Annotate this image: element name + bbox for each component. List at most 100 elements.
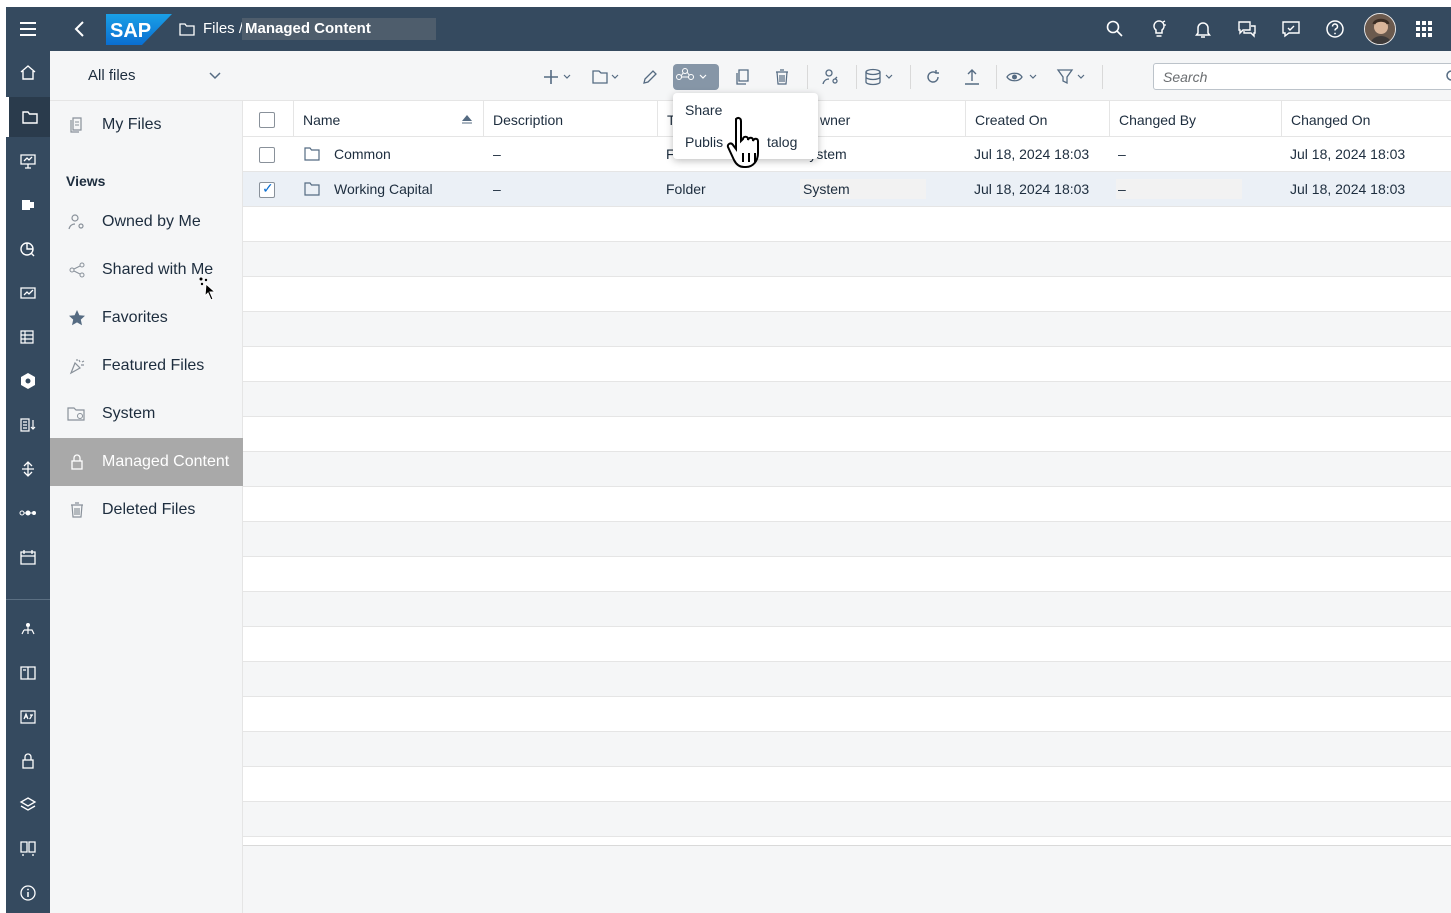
search-icon[interactable] bbox=[1445, 69, 1451, 85]
folder-icon bbox=[304, 182, 320, 196]
column-description[interactable]: Description bbox=[483, 101, 657, 137]
chat-icon[interactable] bbox=[1236, 18, 1258, 40]
empty-row bbox=[243, 242, 1451, 277]
side-item-owned-by-me[interactable]: Owned by Me bbox=[50, 198, 243, 246]
analytics-icon bbox=[20, 242, 35, 257]
share-button[interactable] bbox=[673, 64, 719, 90]
side-item-label: Featured Files bbox=[102, 357, 205, 374]
empty-row bbox=[243, 417, 1451, 452]
chevron-down-icon[interactable] bbox=[208, 69, 222, 83]
rail-files[interactable] bbox=[6, 97, 50, 137]
column-owner[interactable]: wner bbox=[807, 101, 965, 137]
search-input[interactable] bbox=[1163, 64, 1433, 89]
rail-users[interactable] bbox=[6, 609, 50, 649]
rail-deployment[interactable] bbox=[6, 785, 50, 825]
sap-logo[interactable]: SAP bbox=[106, 14, 172, 45]
rail-home[interactable] bbox=[6, 53, 50, 93]
add-button[interactable] bbox=[543, 64, 577, 90]
rail-connections[interactable] bbox=[6, 493, 50, 533]
share-icon bbox=[67, 260, 87, 280]
column-created-on[interactable]: Created On bbox=[965, 101, 1110, 137]
empty-row bbox=[243, 522, 1451, 557]
empty-row bbox=[243, 347, 1451, 382]
table-row[interactable]: Working Capital – Folder System Jul 18, … bbox=[243, 172, 1451, 207]
toolbar-separator bbox=[996, 65, 997, 89]
rail-info[interactable] bbox=[6, 873, 50, 913]
cell-type: Folder bbox=[666, 181, 706, 197]
rail-stories[interactable] bbox=[6, 141, 50, 181]
toolbar-separator bbox=[910, 65, 911, 89]
side-item-label: Owned by Me bbox=[102, 213, 201, 230]
column-changed-by[interactable]: Changed By bbox=[1109, 101, 1282, 137]
star-icon bbox=[67, 308, 87, 328]
folder-button[interactable] bbox=[591, 64, 625, 90]
feedback-icon[interactable] bbox=[1280, 18, 1302, 40]
toolbar-separator bbox=[856, 65, 857, 89]
delete-button[interactable] bbox=[769, 64, 795, 90]
app-grid-icon[interactable] bbox=[1413, 18, 1435, 40]
side-item-managed-content[interactable]: Managed Content bbox=[50, 438, 243, 486]
user-avatar[interactable] bbox=[1364, 13, 1396, 45]
hand-cursor-icon bbox=[726, 116, 759, 168]
calendar-icon bbox=[20, 550, 36, 565]
back-icon[interactable] bbox=[70, 17, 90, 41]
lightbulb-icon[interactable] bbox=[1148, 18, 1170, 40]
breadcrumb-parent[interactable]: Files / bbox=[203, 20, 243, 37]
cell-name[interactable]: Common bbox=[334, 137, 391, 172]
layers-icon bbox=[19, 797, 37, 811]
notification-bell-icon[interactable] bbox=[1192, 18, 1214, 40]
database-icon bbox=[865, 68, 893, 86]
view-button[interactable] bbox=[1005, 64, 1043, 90]
side-item-featured-files[interactable]: Featured Files bbox=[50, 342, 243, 390]
row-checkbox[interactable] bbox=[259, 180, 275, 198]
select-all-checkbox[interactable] bbox=[259, 112, 275, 128]
rail-security[interactable] bbox=[6, 741, 50, 781]
column-changed-on[interactable]: Changed On bbox=[1281, 101, 1451, 137]
trash-icon bbox=[776, 69, 788, 85]
upload-icon bbox=[965, 69, 979, 85]
rail-transport[interactable] bbox=[6, 449, 50, 489]
side-item-deleted-files[interactable]: Deleted Files bbox=[50, 486, 243, 534]
menu-item-share[interactable]: Share bbox=[685, 102, 722, 118]
storage-button[interactable] bbox=[863, 64, 899, 90]
row-checkbox[interactable] bbox=[259, 147, 275, 163]
menu-item-publish[interactable]: Publis bbox=[685, 134, 723, 150]
hamburger-menu-icon[interactable] bbox=[16, 17, 40, 41]
side-item-label: Managed Content bbox=[102, 453, 230, 470]
rail-data[interactable] bbox=[6, 317, 50, 357]
rail-catalog[interactable] bbox=[6, 653, 50, 693]
rail-hexagon[interactable] bbox=[6, 361, 50, 401]
rail-translation[interactable] bbox=[6, 697, 50, 737]
rail-planning[interactable] bbox=[6, 273, 50, 313]
user-share-button[interactable] bbox=[818, 64, 844, 90]
upload-button[interactable] bbox=[959, 64, 985, 90]
filter-button[interactable] bbox=[1055, 64, 1091, 90]
all-files-dropdown[interactable]: All files bbox=[88, 67, 136, 84]
filter-icon bbox=[1056, 69, 1085, 85]
search-icon[interactable] bbox=[1104, 18, 1126, 40]
sort-ascending-icon[interactable] bbox=[461, 114, 473, 124]
table-icon bbox=[20, 330, 34, 344]
rail-modeler[interactable] bbox=[6, 185, 50, 225]
cell-owner: System bbox=[803, 181, 850, 197]
help-icon[interactable] bbox=[1324, 18, 1346, 40]
cell-description: – bbox=[493, 146, 501, 162]
column-name[interactable]: Name bbox=[293, 101, 483, 137]
copy-button[interactable] bbox=[730, 64, 756, 90]
cell-name[interactable]: Working Capital bbox=[334, 172, 433, 207]
connections-icon bbox=[19, 510, 36, 516]
search-field[interactable] bbox=[1153, 63, 1451, 90]
refresh-button[interactable] bbox=[920, 64, 946, 90]
my-files-item[interactable]: My Files bbox=[50, 101, 243, 149]
rail-import[interactable] bbox=[6, 405, 50, 445]
copy-icon bbox=[736, 69, 749, 85]
side-item-system[interactable]: System bbox=[50, 390, 243, 438]
monitor-icon bbox=[20, 841, 36, 856]
rail-system[interactable] bbox=[6, 829, 50, 869]
menu-item-publish-tail[interactable]: talog bbox=[767, 134, 797, 150]
edit-button[interactable] bbox=[640, 64, 660, 90]
table-row[interactable]: Common – Folder System Jul 18, 2024 18:0… bbox=[243, 137, 1451, 172]
rail-analytics[interactable] bbox=[6, 229, 50, 269]
folder-icon bbox=[179, 23, 195, 36]
rail-calendar[interactable] bbox=[6, 537, 50, 577]
